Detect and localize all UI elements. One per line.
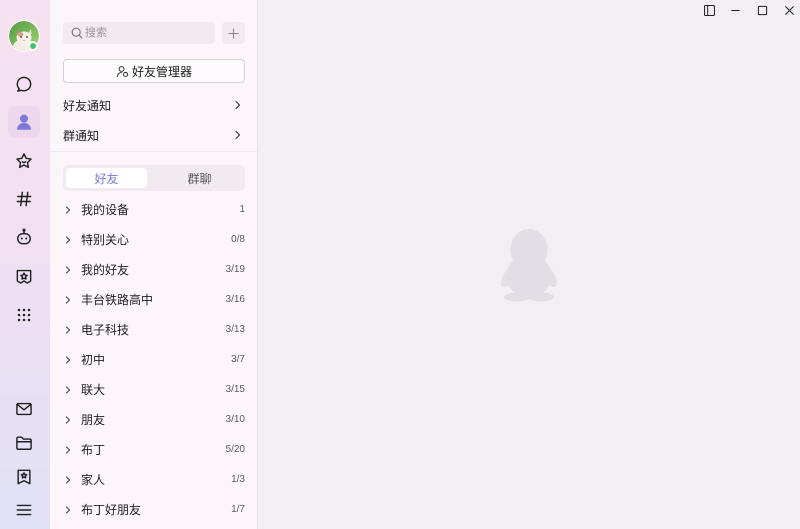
online-status-dot bbox=[28, 41, 38, 51]
nav-robot-button[interactable] bbox=[8, 221, 40, 253]
group-name: 布丁好朋友 bbox=[81, 503, 142, 517]
friend-group-row[interactable]: 家人 1/3 bbox=[63, 465, 245, 495]
folder-icon bbox=[16, 436, 32, 450]
add-button[interactable] bbox=[222, 22, 245, 44]
nav-chat-button[interactable] bbox=[8, 68, 40, 100]
divider bbox=[50, 151, 257, 152]
group-count: 1 bbox=[239, 204, 245, 215]
tab-groups[interactable]: 群聊 bbox=[157, 168, 242, 188]
grid-apps-icon bbox=[17, 308, 31, 322]
nav-apps-button[interactable] bbox=[8, 299, 40, 331]
friend-notification-label: 好友通知 bbox=[63, 98, 112, 113]
sidebar-toggle-icon bbox=[703, 4, 715, 16]
group-count: 1/3 bbox=[231, 474, 245, 485]
chevron-right-icon bbox=[65, 356, 71, 364]
group-name: 丰台铁路高中 bbox=[81, 293, 154, 307]
friend-manager-icon bbox=[116, 65, 129, 77]
main-content bbox=[258, 0, 800, 529]
group-count: 3/19 bbox=[225, 264, 245, 275]
search-icon bbox=[71, 27, 83, 39]
nav-star-button[interactable] bbox=[8, 145, 40, 177]
group-count: 3/15 bbox=[225, 384, 245, 395]
penguin-icon bbox=[501, 229, 557, 302]
hash-icon bbox=[16, 191, 32, 207]
chevron-right-icon bbox=[65, 326, 71, 334]
nav-contacts-button[interactable] bbox=[8, 106, 40, 138]
search-input[interactable] bbox=[85, 22, 209, 44]
group-count: 3/13 bbox=[225, 324, 245, 335]
chat-bubble-icon bbox=[16, 76, 32, 92]
friend-group-row[interactable]: 我的设备 1 bbox=[63, 195, 245, 225]
friend-group-row[interactable]: 布丁好朋友 1/7 bbox=[63, 495, 245, 525]
friend-notification-row[interactable]: 好友通知 bbox=[63, 90, 245, 120]
favorites-icon bbox=[17, 469, 31, 485]
friend-group-row[interactable]: 初中 3/7 bbox=[63, 345, 245, 375]
maximize-icon bbox=[757, 5, 767, 15]
chevron-right-icon bbox=[65, 476, 71, 484]
chevron-right-icon bbox=[235, 130, 241, 140]
chevron-right-icon bbox=[65, 386, 71, 394]
game-center-icon bbox=[16, 269, 32, 284]
group-name: 特别关心 bbox=[81, 233, 130, 247]
minimize-icon bbox=[730, 9, 740, 11]
group-count: 5/20 bbox=[225, 444, 245, 455]
friend-manager-button[interactable]: 好友管理器 bbox=[63, 59, 245, 83]
group-name: 我的设备 bbox=[81, 203, 130, 217]
close-icon bbox=[784, 5, 794, 15]
group-name: 电子科技 bbox=[81, 323, 130, 337]
friend-group-row[interactable]: 丰台铁路高中 3/16 bbox=[63, 285, 245, 315]
mail-icon bbox=[16, 402, 32, 416]
tab-friends[interactable]: 好友 bbox=[66, 168, 147, 188]
nav-menu-button[interactable] bbox=[8, 494, 40, 526]
chevron-right-icon bbox=[65, 416, 71, 424]
maximize-button[interactable] bbox=[751, 0, 773, 20]
friend-group-row[interactable]: 电子科技 3/13 bbox=[63, 315, 245, 345]
close-button[interactable] bbox=[778, 0, 800, 20]
nav-sidebar bbox=[0, 0, 50, 529]
contacts-panel: 好友管理器 好友通知 群通知 好友 群聊 我的设备 1 特别关心 0/8 我的好… bbox=[50, 0, 258, 529]
nav-games-button[interactable] bbox=[8, 260, 40, 292]
friend-group-row[interactable]: 布丁 5/20 bbox=[63, 435, 245, 465]
contacts-tabs: 好友 群聊 bbox=[63, 165, 245, 191]
nav-favorites-button[interactable] bbox=[8, 461, 40, 493]
friend-group-row[interactable]: 朋友 3/10 bbox=[63, 405, 245, 435]
group-notification-label: 群通知 bbox=[63, 128, 100, 143]
group-notification-row[interactable]: 群通知 bbox=[63, 120, 245, 150]
chevron-right-icon bbox=[65, 206, 71, 214]
chevron-right-icon bbox=[65, 506, 71, 514]
search-box[interactable] bbox=[63, 22, 215, 44]
minimize-button[interactable] bbox=[724, 0, 746, 20]
menu-icon bbox=[16, 504, 32, 516]
nav-mail-button[interactable] bbox=[8, 393, 40, 425]
nav-folder-button[interactable] bbox=[8, 427, 40, 459]
robot-icon bbox=[17, 228, 31, 245]
group-name: 我的好友 bbox=[81, 263, 130, 277]
group-count: 3/16 bbox=[225, 294, 245, 305]
group-name: 朋友 bbox=[81, 413, 106, 427]
chevron-right-icon bbox=[65, 296, 71, 304]
star-icon bbox=[16, 153, 32, 169]
plus-icon bbox=[228, 27, 239, 39]
sidebar-toggle-button[interactable] bbox=[698, 0, 720, 20]
friend-manager-label: 好友管理器 bbox=[131, 64, 192, 79]
friend-group-row[interactable]: 特别关心 0/8 bbox=[63, 225, 245, 255]
group-name: 家人 bbox=[81, 473, 106, 487]
friend-group-row[interactable]: 联大 3/15 bbox=[63, 375, 245, 405]
chevron-right-icon bbox=[65, 266, 71, 274]
friend-group-row[interactable]: 我的好友 3/19 bbox=[63, 255, 245, 285]
group-name: 联大 bbox=[81, 383, 106, 397]
contacts-icon bbox=[17, 114, 31, 130]
nav-channel-button[interactable] bbox=[8, 183, 40, 215]
group-count: 3/7 bbox=[231, 354, 245, 365]
group-name: 初中 bbox=[81, 353, 106, 367]
chevron-right-icon bbox=[65, 446, 71, 454]
chevron-right-icon bbox=[235, 100, 241, 110]
group-name: 布丁 bbox=[81, 443, 106, 457]
chevron-right-icon bbox=[65, 236, 71, 244]
group-count: 3/10 bbox=[225, 414, 245, 425]
group-count: 0/8 bbox=[231, 234, 245, 245]
group-count: 1/7 bbox=[231, 504, 245, 515]
